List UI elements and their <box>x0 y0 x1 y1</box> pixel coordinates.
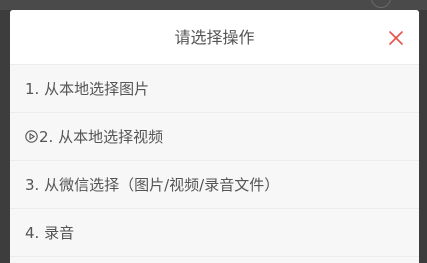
option-label: 1. 从本地选择图片 <box>25 80 150 98</box>
option-label: 2. 从本地选择视频 <box>39 128 164 146</box>
play-circle-icon <box>25 130 38 143</box>
option-select-from-wechat[interactable]: 3. 从微信选择（图片/视频/录音文件） <box>10 161 419 209</box>
background-toolbar <box>0 0 427 10</box>
option-record-audio[interactable]: 4. 录音 <box>10 209 419 257</box>
option-select-local-image[interactable]: 1. 从本地选择图片 <box>10 65 419 113</box>
action-sheet-dialog: 请选择操作 1. 从本地选择图片 2. 从本地选择视频 3. 从微信选择（图片/… <box>10 10 419 263</box>
option-select-local-video[interactable]: 2. 从本地选择视频 <box>10 113 419 161</box>
dialog-title: 请选择操作 <box>174 28 255 47</box>
close-icon <box>387 29 405 47</box>
close-button[interactable] <box>387 29 405 47</box>
option-label: 3. 从微信选择（图片/视频/录音文件） <box>25 176 280 194</box>
dialog-header: 请选择操作 <box>10 10 419 65</box>
option-label: 4. 录音 <box>25 224 75 242</box>
option-list: 1. 从本地选择图片 2. 从本地选择视频 3. 从微信选择（图片/视频/录音文… <box>10 65 419 257</box>
